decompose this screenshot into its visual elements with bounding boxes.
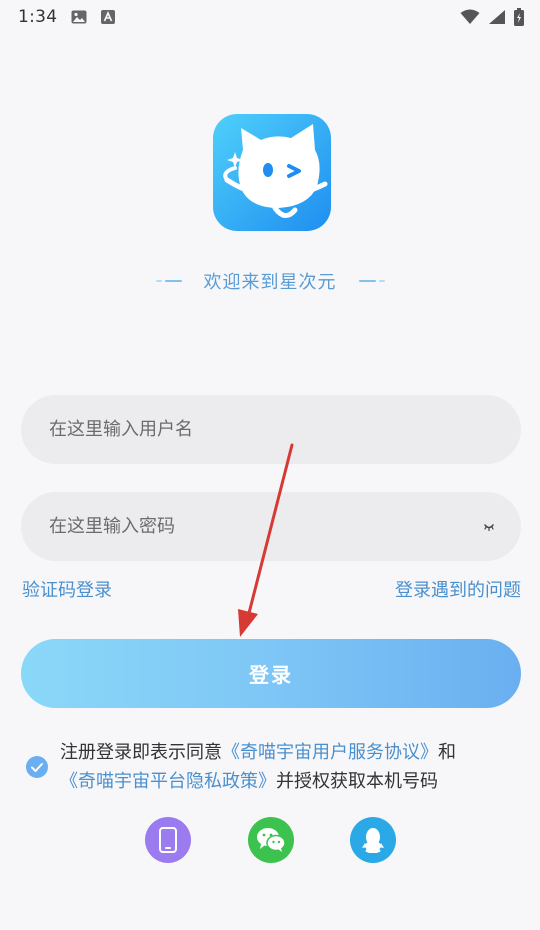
agreement-suffix: 并授权获取本机号码 [276,771,438,792]
status-right [460,8,524,26]
login-problem-link[interactable]: 登录遇到的问题 [395,576,521,602]
qq-icon [362,828,384,853]
qq-login-button[interactable] [350,817,396,863]
agreement-text: 注册登录即表示同意《奇喵宇宙用户服务协议》和《奇喵宇宙平台隐私政策》并授权获取本… [60,738,456,796]
login-button[interactable]: 登录 [21,639,521,708]
privacy-policy-link[interactable]: 《奇喵宇宙平台隐私政策》 [60,771,276,792]
status-left: 1:34 [18,7,116,27]
hide-password-icon[interactable] [481,521,497,533]
status-time: 1:34 [18,7,58,27]
battery-icon [514,8,524,26]
welcome-right-decoration [358,280,385,282]
welcome-text: 欢迎来到星次元 [203,272,337,293]
agreement-row: 注册登录即表示同意《奇喵宇宙用户服务协议》和《奇喵宇宙平台隐私政策》并授权获取本… [26,738,526,796]
welcome-banner: 欢迎来到星次元 [0,266,540,296]
cat-logo-icon [213,114,331,231]
status-bar: 1:34 [0,0,540,34]
app-logo [213,114,331,231]
username-field [21,395,521,464]
sms-login-link[interactable]: 验证码登录 [22,576,112,602]
agreement-middle: 和 [438,742,456,763]
agreement-checkbox-icon[interactable] [26,756,48,778]
wechat-icon [257,828,286,852]
phone-login-button[interactable] [145,817,191,863]
service-agreement-link[interactable]: 《奇喵宇宙用户服务协议》 [222,742,438,763]
username-input[interactable] [47,418,497,441]
agreement-prefix: 注册登录即表示同意 [60,742,222,763]
password-field [21,492,521,561]
password-input[interactable] [47,515,481,538]
gallery-icon [71,10,87,24]
phone-icon [159,827,177,853]
notification-app-icon [101,10,116,24]
wifi-icon [460,9,480,24]
signal-icon [489,10,505,24]
welcome-left-decoration [155,280,182,282]
wechat-login-button[interactable] [248,817,294,863]
